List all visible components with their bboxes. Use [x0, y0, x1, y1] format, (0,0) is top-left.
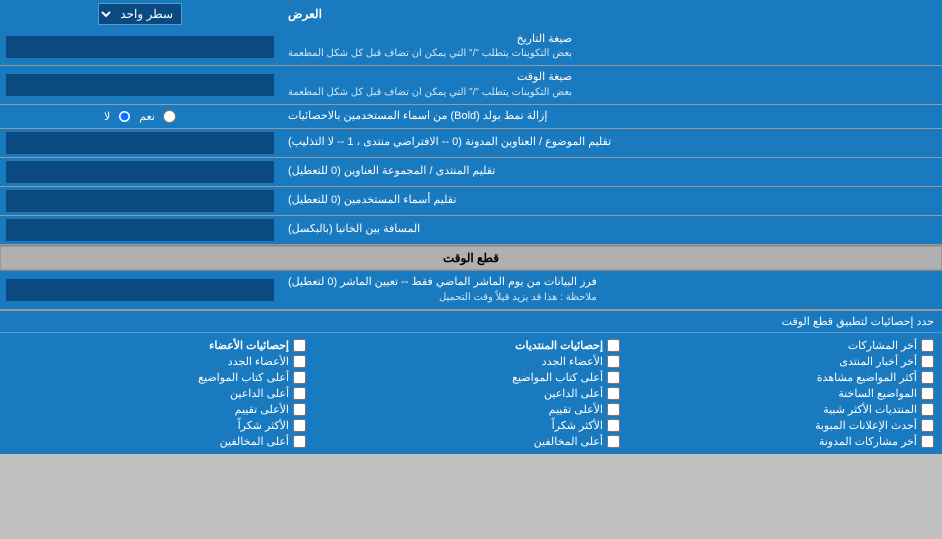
list-item: المنتديات الأكثر شبية	[636, 403, 934, 416]
list-item: الأعضاء الجدد	[322, 355, 620, 368]
bold-label: إزالة نمط بولد (Bold) من اسماء المستخدمي…	[280, 105, 942, 128]
topics-input-cell: 33	[0, 129, 280, 157]
time-cut-section-header: قطع الوقت	[0, 246, 942, 270]
list-item: أحدث الإعلانات المبوبة	[636, 419, 934, 432]
display-label: العرض	[280, 0, 942, 28]
checkbox-top-violated2[interactable]	[293, 435, 306, 448]
list-item: أعلى المخالفين	[322, 435, 620, 448]
checkbox-member-stats[interactable]	[293, 339, 306, 352]
display-select-cell: سطر واحد سطرين ثلاثة أسطر	[0, 0, 280, 28]
checkbox-top-inviters[interactable]	[607, 387, 620, 400]
users-label: تقليم أسماء المستخدمين (0 للتعطيل)	[280, 187, 942, 215]
date-format-input[interactable]: d-m	[6, 36, 274, 58]
checkbox-top-writers2[interactable]	[293, 371, 306, 384]
filter-input[interactable]: 0	[6, 279, 274, 301]
display-select[interactable]: سطر واحد سطرين ثلاثة أسطر	[98, 3, 182, 25]
checkbox-top-inviters2[interactable]	[293, 387, 306, 400]
forum-label: تقليم المنتدى / المجموعة العناوين (0 للت…	[280, 158, 942, 186]
checkboxes-section: حدد إحصائيات لتطبيق قطع الوقت أخر المشار…	[0, 310, 942, 454]
list-item: إحصائيات الأعضاء	[8, 339, 306, 352]
list-item: أعلى كتاب المواضيع	[8, 371, 306, 384]
checkbox-forum-posts[interactable]	[921, 339, 934, 352]
filter-label: فرز البيانات من يوم الماشر الماضي فقط --…	[280, 271, 942, 308]
filter-input-cell: 0	[0, 271, 280, 308]
checkbox-top-violated[interactable]	[607, 435, 620, 448]
date-format-label: صيغة التاريخ بعض التكوينات يتطلب "/" الت…	[280, 28, 942, 65]
bold-no-label: لا	[104, 110, 110, 123]
checkbox-forum-news[interactable]	[921, 355, 934, 368]
checkbox-top-rated2[interactable]	[293, 403, 306, 416]
list-item: أخر أخبار المنتدى	[636, 355, 934, 368]
checkbox-col-3: إحصائيات الأعضاء الأعضاء الجدد أعلى كتاب…	[0, 337, 314, 450]
checkbox-most-viewed[interactable]	[921, 371, 934, 384]
checkbox-new-members2[interactable]	[293, 355, 306, 368]
checkbox-most-similar[interactable]	[921, 403, 934, 416]
checkboxes-header: حدد إحصائيات لتطبيق قطع الوقت	[0, 311, 942, 333]
time-format-input[interactable]: H:i	[6, 74, 274, 96]
checkbox-hot-topics[interactable]	[921, 387, 934, 400]
topics-label: تقليم الموضوع / العناوين المدونة (0 -- ا…	[280, 129, 942, 157]
bold-yes-label: نعم	[139, 110, 155, 123]
forum-input[interactable]: 33	[6, 161, 274, 183]
checkbox-top-writers[interactable]	[607, 371, 620, 384]
forum-input-cell: 33	[0, 158, 280, 186]
date-format-input-cell: d-m	[0, 28, 280, 65]
list-item: أعلى المخالفين	[8, 435, 306, 448]
list-item: أكثر المواضيع مشاهدة	[636, 371, 934, 384]
checkbox-most-thanked2[interactable]	[293, 419, 306, 432]
list-item: إحصائيات المنتديات	[322, 339, 620, 352]
list-item: الأعلى تقييم	[8, 403, 306, 416]
list-item: أعلى الداعين	[322, 387, 620, 400]
distance-input[interactable]: 2	[6, 219, 274, 241]
distance-input-cell: 2	[0, 216, 280, 244]
topics-input[interactable]: 33	[6, 132, 274, 154]
users-input[interactable]: 0	[6, 190, 274, 212]
list-item: الأكثر شكراً	[8, 419, 306, 432]
checkbox-most-thanked[interactable]	[607, 419, 620, 432]
bold-no-radio[interactable]	[118, 110, 131, 123]
checkbox-classified-ads[interactable]	[921, 419, 934, 432]
checkbox-forum-stats[interactable]	[607, 339, 620, 352]
distance-label: المسافة بين الخانيا (بالبكسل)	[280, 216, 942, 244]
list-item: الأكثر شكراً	[322, 419, 620, 432]
checkbox-top-rated[interactable]	[607, 403, 620, 416]
list-item: الأعضاء الجدد	[8, 355, 306, 368]
list-item: أعلى الداعين	[8, 387, 306, 400]
time-format-input-cell: H:i	[0, 66, 280, 103]
list-item: أعلى كتاب المواضيع	[322, 371, 620, 384]
checkboxes-grid: أخر المشاركات أخر أخبار المنتدى أكثر الم…	[0, 333, 942, 454]
list-item: الأعلى تقييم	[322, 403, 620, 416]
time-format-label: صيغة الوقت بعض التكوينات يتطلب "/" التي …	[280, 66, 942, 103]
list-item: أخر المشاركات	[636, 339, 934, 352]
list-item: أخر مشاركات المدونة	[636, 435, 934, 448]
users-input-cell: 0	[0, 187, 280, 215]
bold-yes-radio[interactable]	[163, 110, 176, 123]
checkbox-blog-posts[interactable]	[921, 435, 934, 448]
list-item: المواضيع الساخنة	[636, 387, 934, 400]
checkbox-col-2: إحصائيات المنتديات الأعضاء الجدد أعلى كت…	[314, 337, 628, 450]
checkbox-col-1: أخر المشاركات أخر أخبار المنتدى أكثر الم…	[628, 337, 942, 450]
bold-radio-cell: نعم لا	[0, 105, 280, 128]
checkbox-new-members[interactable]	[607, 355, 620, 368]
